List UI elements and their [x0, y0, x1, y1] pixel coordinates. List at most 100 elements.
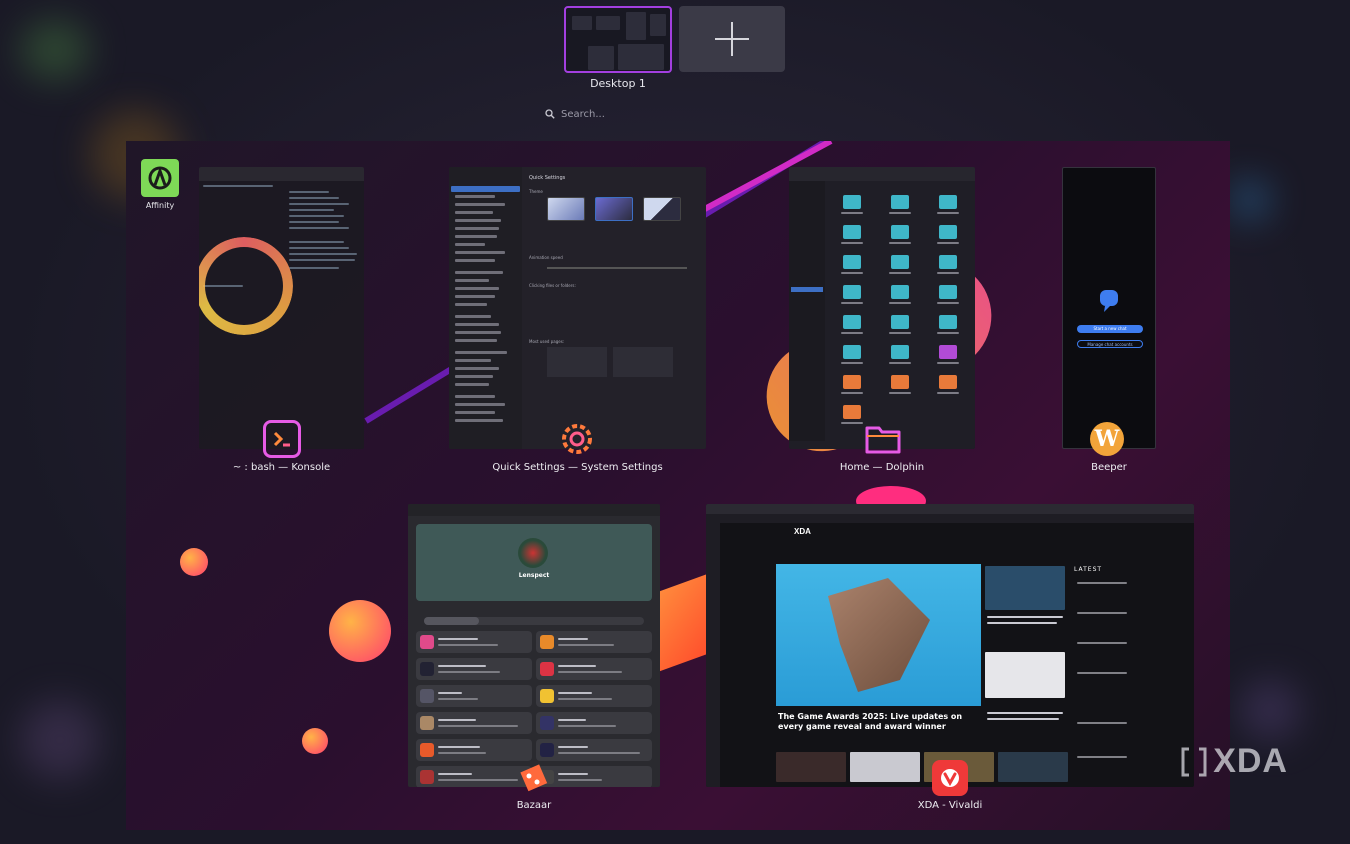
folder-avatar[interactable]: [843, 195, 861, 209]
animation-speed-slider[interactable]: [547, 267, 687, 269]
folder-templates[interactable]: [891, 315, 909, 329]
search-field[interactable]: Search...: [545, 104, 805, 124]
sidebar-row[interactable]: [455, 219, 501, 222]
latest-item[interactable]: [1077, 612, 1127, 614]
sidebar-row[interactable]: [455, 315, 491, 318]
bazaar-featured-banner[interactable]: Lenspect: [416, 524, 652, 601]
manage-accounts-button[interactable]: Manage chat accounts: [1077, 340, 1143, 348]
sidebar-row[interactable]: [455, 339, 497, 342]
app-card[interactable]: [536, 658, 652, 680]
card2-image[interactable]: [985, 652, 1065, 698]
folder-wallpaper-loop[interactable]: [939, 345, 957, 359]
folder-package-lock-json[interactable]: [939, 375, 957, 389]
app-card[interactable]: [416, 631, 532, 653]
app-card[interactable]: [416, 739, 532, 761]
sidebar-row[interactable]: [455, 359, 491, 362]
folder-documents[interactable]: [939, 195, 957, 209]
window-beeper[interactable]: Start a new chat Manage chat accounts: [1062, 167, 1156, 449]
sidebar-row[interactable]: [455, 351, 507, 354]
folder-videos[interactable]: [843, 345, 861, 359]
folder-important-programs[interactable]: [891, 255, 909, 269]
sidebar-row[interactable]: [455, 271, 503, 274]
hero-headline[interactable]: The Game Awards 2025: Live updates on ev…: [778, 712, 980, 732]
folder-screenshots[interactable]: [939, 285, 957, 299]
sidebar-row[interactable]: [455, 235, 497, 238]
folder-downloads[interactable]: [843, 225, 861, 239]
add-desktop-button[interactable]: [679, 6, 785, 72]
bazaar-filter-bar[interactable]: [424, 617, 644, 625]
vivaldi-addressbar[interactable]: [706, 514, 1194, 523]
dolphin-places-active[interactable]: [791, 287, 823, 292]
folder-package-json[interactable]: [891, 375, 909, 389]
sidebar-row[interactable]: [455, 331, 501, 334]
app-card[interactable]: [536, 685, 652, 707]
sidebar-row[interactable]: [455, 279, 489, 282]
sidebar-row[interactable]: [455, 243, 485, 246]
window-system-settings[interactable]: Quick Settings Theme Animation speed Cli…: [449, 167, 706, 449]
window-konsole[interactable]: [199, 167, 364, 449]
sidebar-row[interactable]: [455, 195, 495, 198]
card1-headline[interactable]: [987, 616, 1063, 618]
app-card[interactable]: [416, 685, 532, 707]
card1-image[interactable]: [985, 566, 1065, 610]
bottom-thumb[interactable]: [998, 752, 1068, 782]
desktop-1-thumbnail[interactable]: [564, 6, 672, 73]
folder-emojiborder[interactable]: [891, 225, 909, 239]
latest-item[interactable]: [1077, 642, 1127, 644]
sidebar-row[interactable]: [455, 375, 493, 378]
sidebar-row[interactable]: [455, 367, 499, 370]
sidebar-row[interactable]: [455, 211, 493, 214]
folder-pictures[interactable]: [843, 285, 861, 299]
filter-trending-active[interactable]: [424, 617, 479, 625]
sidebar-row[interactable]: [455, 395, 495, 398]
folder-music[interactable]: [939, 255, 957, 269]
theme-swatch-breeze-dark[interactable]: [595, 197, 633, 221]
start-new-chat-button[interactable]: Start a new chat: [1077, 325, 1143, 333]
sidebar-row[interactable]: [455, 383, 489, 386]
sidebar-row[interactable]: [455, 411, 495, 414]
app-card[interactable]: [536, 766, 652, 787]
sidebar-row[interactable]: [455, 203, 505, 206]
latest-item[interactable]: [1077, 582, 1127, 584]
latest-item[interactable]: [1077, 722, 1127, 724]
app-card[interactable]: [536, 739, 652, 761]
folder-games[interactable]: [843, 255, 861, 269]
sidebar-row[interactable]: [455, 323, 499, 326]
theme-swatch-breeze[interactable]: [547, 197, 585, 221]
folder-hpn-kpt-dx-svg[interactable]: [843, 375, 861, 389]
card1-headline[interactable]: [987, 622, 1057, 624]
window-bazaar[interactable]: Lenspect: [408, 504, 660, 787]
sidebar-row[interactable]: [455, 287, 499, 290]
hero-image[interactable]: [776, 564, 981, 706]
sidebar-row[interactable]: [455, 251, 505, 254]
sidebar-row[interactable]: [455, 259, 495, 262]
bottom-thumb[interactable]: [776, 752, 846, 782]
sidebar-row[interactable]: [455, 295, 495, 298]
latest-item[interactable]: [1077, 756, 1127, 758]
app-card[interactable]: [536, 631, 652, 653]
card2-headline[interactable]: [987, 712, 1063, 714]
sidebar-row[interactable]: [455, 419, 503, 422]
app-card[interactable]: [416, 658, 532, 680]
folder-desktop[interactable]: [891, 195, 909, 209]
app-card[interactable]: [416, 712, 532, 734]
desktop-icon-affinity[interactable]: Affinity: [138, 159, 182, 210]
folder-slides-important[interactable]: [843, 315, 861, 329]
bottom-thumb[interactable]: [850, 752, 920, 782]
window-dolphin[interactable]: [789, 167, 975, 449]
folder-public[interactable]: [891, 285, 909, 299]
window-vivaldi[interactable]: XDA The Game Awards 2025: Live updates o…: [706, 504, 1194, 787]
app-card[interactable]: [416, 766, 532, 787]
app-card[interactable]: [536, 712, 652, 734]
theme-swatch-automatic[interactable]: [643, 197, 681, 221]
folder-encrypted-stuff[interactable]: [939, 225, 957, 239]
folder-label: [841, 272, 863, 274]
latest-item[interactable]: [1077, 672, 1127, 674]
folder-vcpkg[interactable]: [891, 345, 909, 359]
sidebar-row[interactable]: [455, 227, 499, 230]
folder-test[interactable]: [939, 315, 957, 329]
folder-tablet-calibration-ini[interactable]: [843, 405, 861, 419]
sidebar-row[interactable]: [455, 303, 487, 306]
sidebar-row[interactable]: [455, 403, 505, 406]
card2-headline[interactable]: [987, 718, 1059, 720]
